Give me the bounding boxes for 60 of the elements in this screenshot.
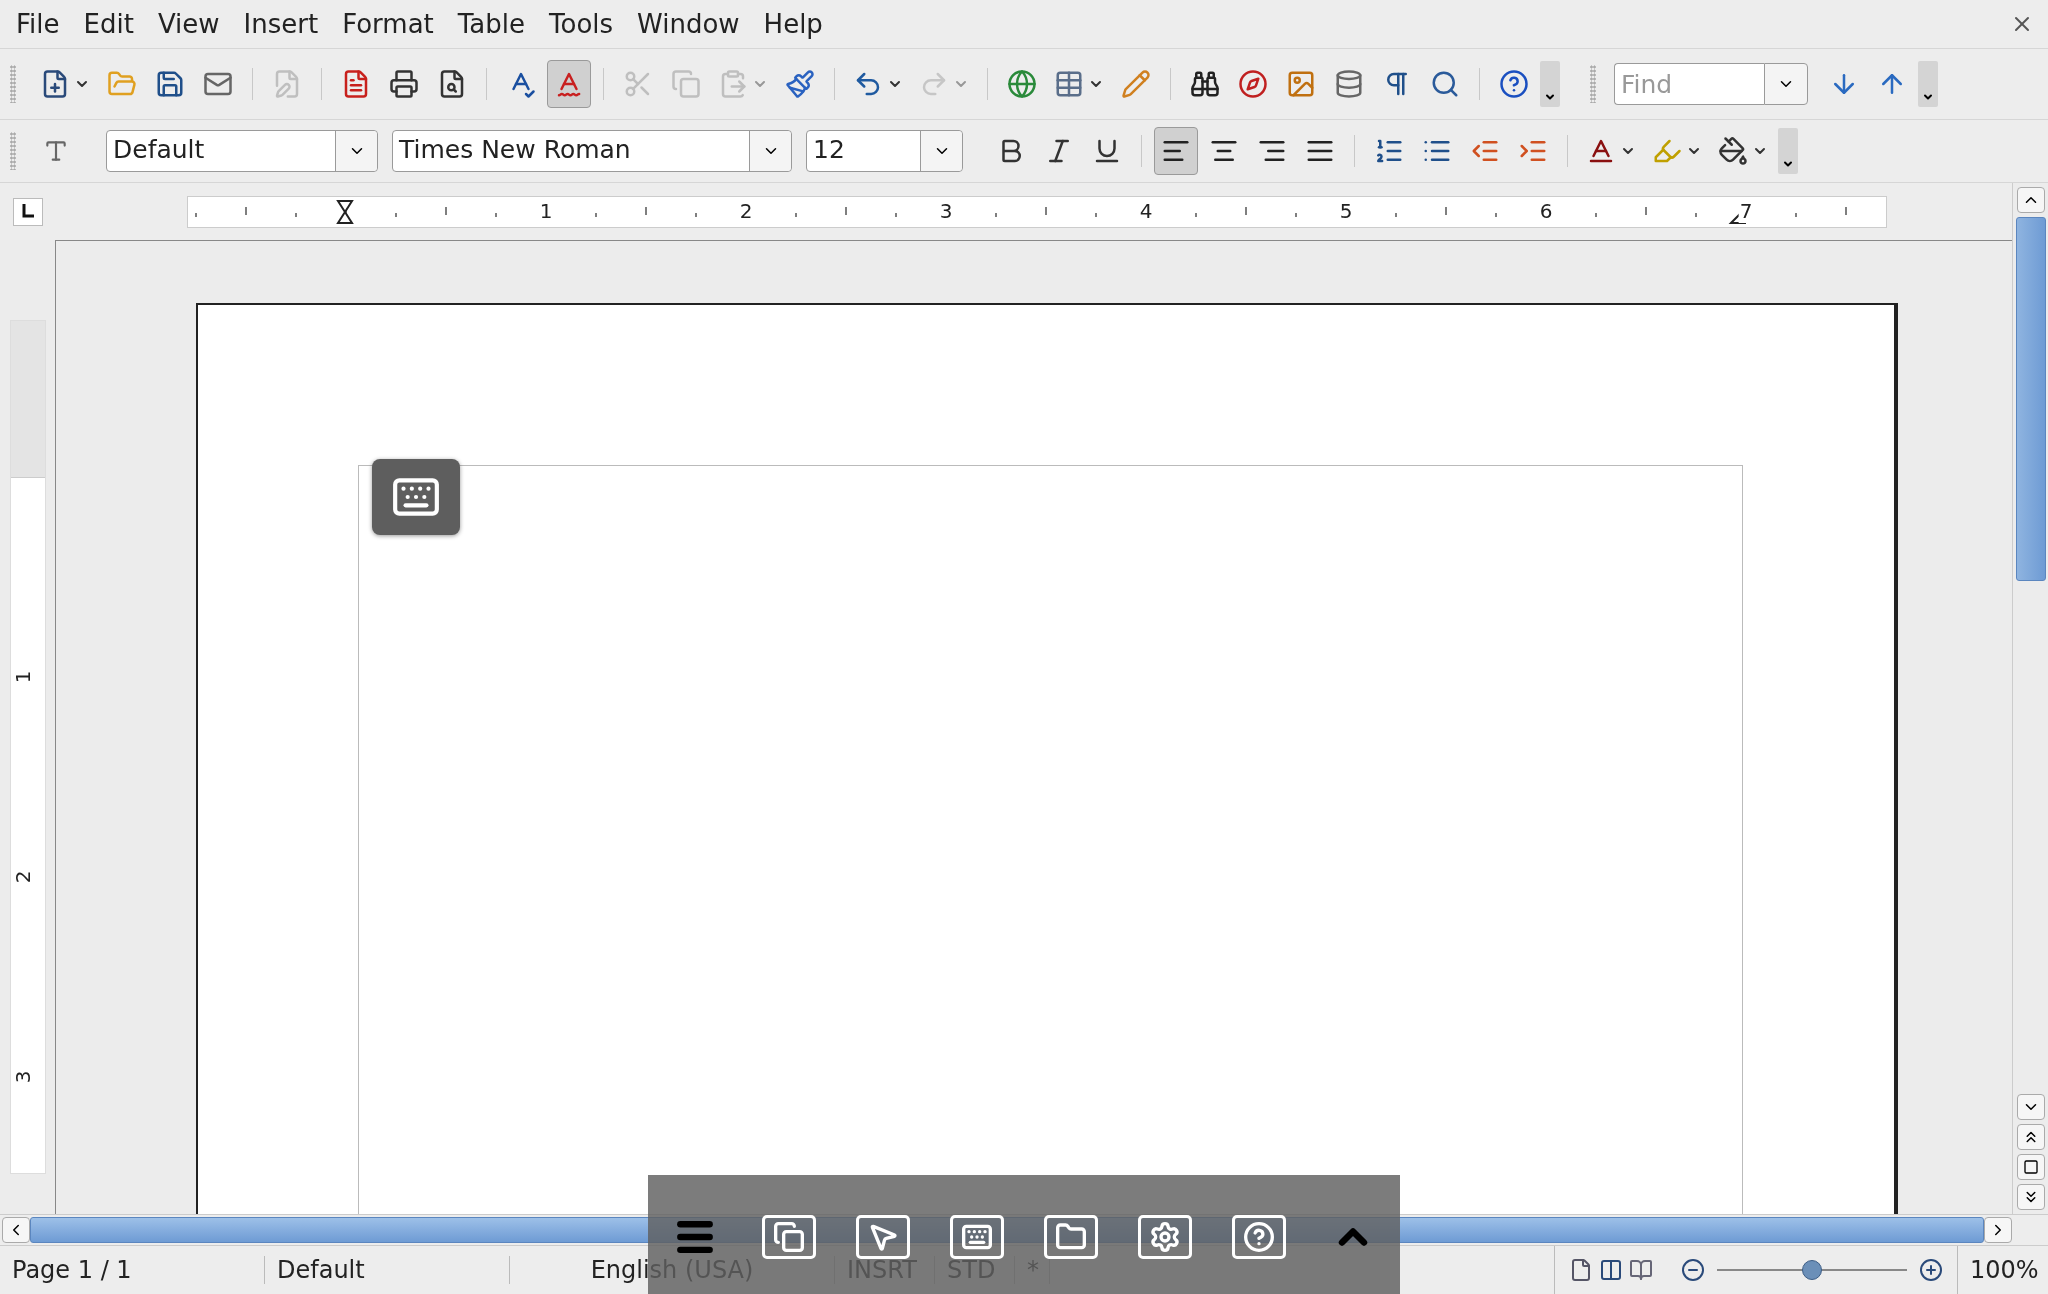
scroll-down-button[interactable] [2016,1094,2045,1120]
paintbrush-icon [785,69,815,99]
help-icon [1499,69,1529,99]
table-icon [1054,69,1084,99]
scroll-right-button[interactable] [1984,1217,2012,1243]
folder-button[interactable] [1044,1215,1098,1259]
menu-item[interactable]: Insert [241,9,333,39]
autospell-button[interactable] [547,60,591,108]
tab-corner-icon [21,203,34,218]
square-icon [2022,1159,2039,1175]
tab-stop-button[interactable] [12,197,43,226]
page-style: Default [265,1256,510,1284]
scrollbar-thumb[interactable] [2015,217,2046,581]
zoom-in-icon[interactable] [1919,1258,1943,1282]
menu-item[interactable]: View [155,9,234,39]
help-icon [1243,1221,1275,1253]
binoculars-icon [1190,69,1220,99]
single-page-icon[interactable] [1569,1258,1593,1282]
menu-item[interactable]: File [14,9,74,39]
toolbar-overflow-button[interactable] [1918,61,1938,107]
styles-icon [43,138,69,164]
windows-button[interactable] [762,1215,816,1259]
copy-icon [671,69,701,99]
scroll-up-button[interactable] [2016,187,2045,213]
align-left-button[interactable] [1154,127,1198,175]
scroll-left-button[interactable] [2,1217,30,1243]
keyboard-button[interactable] [372,459,460,535]
database-icon [1334,69,1364,99]
settings-button[interactable] [1138,1215,1192,1259]
keyboard-button[interactable] [950,1215,1004,1259]
book-view-icon[interactable] [1629,1258,1653,1282]
printer-icon [389,69,419,99]
toolbar-overflow-button[interactable] [1778,128,1798,174]
settings-icon [1149,1221,1181,1253]
menu-item[interactable]: Window [635,9,754,39]
pencil-icon [1121,69,1151,99]
toolbar-overflow-button[interactable] [1540,61,1560,107]
zoom-out-icon[interactable] [1681,1258,1705,1282]
zoom-slider-thumb[interactable] [1802,1260,1822,1280]
menu-item[interactable]: Help [761,9,837,39]
menu-item[interactable]: Format [340,9,448,39]
dropdown-button[interactable] [1764,63,1808,105]
next-page-button[interactable] [2016,1184,2045,1210]
windows-icon [773,1221,805,1253]
find-field[interactable]: Find [1614,63,1764,105]
menu-item[interactable]: Table [455,9,539,39]
two-pages-icon[interactable] [1599,1258,1623,1282]
navigation-button[interactable] [2016,1154,2045,1180]
pointer-button[interactable] [856,1215,910,1259]
magnifier-icon [1430,69,1460,99]
previous-page-button[interactable] [2016,1124,2045,1150]
zoom-level: 100% [1969,1256,2040,1284]
menu-item[interactable]: Edit [81,9,148,39]
menu-item[interactable]: Tools [547,9,628,39]
picture-frame-icon [1286,69,1316,99]
help-button[interactable] [1232,1215,1286,1259]
page-count: Page 1 / 1 [0,1256,265,1284]
paint-bucket-icon [1718,136,1748,166]
compass-icon [1238,69,1268,99]
globe-icon [1007,69,1037,99]
